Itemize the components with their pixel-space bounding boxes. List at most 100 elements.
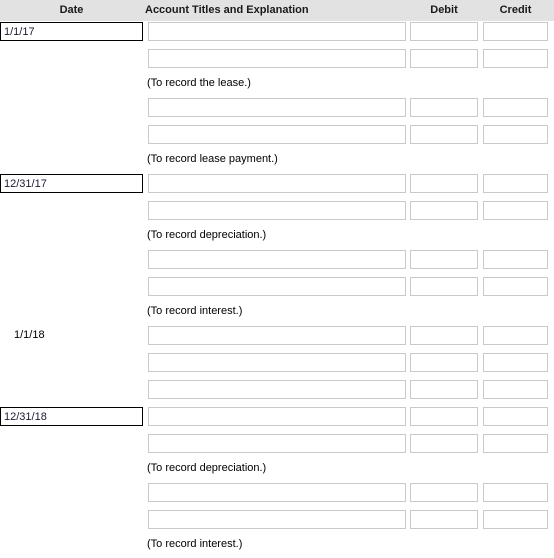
credit-amount-input[interactable] <box>483 125 548 144</box>
date-cell <box>0 98 143 117</box>
debit-amount-input[interactable] <box>410 250 478 269</box>
debit-amount-input-cell <box>410 326 478 345</box>
debit-amount-input-cell <box>410 483 478 502</box>
debit-amount-input-cell <box>410 434 478 453</box>
account-title-input-cell <box>148 510 406 529</box>
account-title-input[interactable] <box>148 434 406 453</box>
debit-amount-input[interactable] <box>410 380 478 399</box>
account-title-input-cell <box>148 434 406 453</box>
date-input[interactable] <box>0 407 143 426</box>
credit-amount-input-cell <box>483 380 548 399</box>
account-title-input[interactable] <box>148 174 406 193</box>
entry-explanation-text: (To record interest.) <box>147 538 243 550</box>
debit-amount-input[interactable] <box>410 326 478 345</box>
account-title-input[interactable] <box>148 277 406 296</box>
account-title-input[interactable] <box>148 407 406 426</box>
account-title-input-cell <box>148 201 406 220</box>
debit-amount-input[interactable] <box>410 407 478 426</box>
date-cell <box>0 380 143 399</box>
date-cell <box>0 353 143 372</box>
date-cell <box>0 250 143 269</box>
journal-caption-row: (To record lease payment.) <box>0 151 554 173</box>
credit-amount-input-cell <box>483 174 548 193</box>
journal-entry-row <box>0 433 554 460</box>
date-cell <box>0 174 143 193</box>
journal-entry-row <box>0 97 554 124</box>
debit-amount-input[interactable] <box>410 353 478 372</box>
date-cell <box>0 125 143 144</box>
journal-caption-row: (To record depreciation.) <box>0 460 554 482</box>
credit-amount-input[interactable] <box>483 407 548 426</box>
date-cell <box>0 49 143 68</box>
credit-amount-input[interactable] <box>483 250 548 269</box>
account-title-input-cell <box>148 125 406 144</box>
credit-amount-input-cell <box>483 353 548 372</box>
debit-amount-input[interactable] <box>410 510 478 529</box>
account-title-input[interactable] <box>148 510 406 529</box>
debit-amount-input[interactable] <box>410 125 478 144</box>
account-title-input[interactable] <box>148 326 406 345</box>
debit-amount-input-cell <box>410 174 478 193</box>
credit-amount-input[interactable] <box>483 22 548 41</box>
account-title-input-cell <box>148 353 406 372</box>
debit-amount-input[interactable] <box>410 277 478 296</box>
account-title-input[interactable] <box>148 483 406 502</box>
account-title-input-cell <box>148 407 406 426</box>
credit-amount-input-cell <box>483 22 548 41</box>
journal-entry-worksheet: Date Account Titles and Explanation Debi… <box>0 0 554 558</box>
debit-amount-input-cell <box>410 277 478 296</box>
date-input[interactable] <box>0 174 143 193</box>
credit-amount-input[interactable] <box>483 174 548 193</box>
account-title-input[interactable] <box>148 353 406 372</box>
credit-amount-input[interactable] <box>483 380 548 399</box>
credit-amount-input[interactable] <box>483 98 548 117</box>
debit-amount-input[interactable] <box>410 201 478 220</box>
credit-amount-input[interactable] <box>483 353 548 372</box>
journal-caption-row: (To record interest.) <box>0 303 554 325</box>
credit-amount-input-cell <box>483 201 548 220</box>
table-body: (To record the lease.) (To record lease p… <box>0 21 554 558</box>
debit-amount-input[interactable] <box>410 22 478 41</box>
credit-amount-input[interactable] <box>483 326 548 345</box>
credit-amount-input[interactable] <box>483 483 548 502</box>
credit-amount-input[interactable] <box>483 434 548 453</box>
account-title-input-cell <box>148 380 406 399</box>
debit-amount-input-cell <box>410 407 478 426</box>
account-title-input-cell <box>148 483 406 502</box>
journal-entry-row <box>0 249 554 276</box>
journal-entry-row <box>0 379 554 406</box>
debit-amount-input[interactable] <box>410 434 478 453</box>
credit-amount-input[interactable] <box>483 201 548 220</box>
account-title-input-cell <box>148 22 406 41</box>
journal-entry-row <box>0 509 554 536</box>
credit-amount-input[interactable] <box>483 49 548 68</box>
date-cell <box>0 407 143 426</box>
credit-amount-input[interactable] <box>483 277 548 296</box>
credit-amount-input[interactable] <box>483 510 548 529</box>
debit-amount-input[interactable] <box>410 483 478 502</box>
account-title-input[interactable] <box>148 22 406 41</box>
journal-entry-row <box>0 48 554 75</box>
journal-entry-row <box>0 200 554 227</box>
entry-explanation-text: (To record depreciation.) <box>147 229 267 241</box>
account-title-input[interactable] <box>148 98 406 117</box>
debit-amount-input-cell <box>410 125 478 144</box>
journal-entry-row <box>0 352 554 379</box>
debit-amount-input[interactable] <box>410 98 478 117</box>
debit-amount-input[interactable] <box>410 49 478 68</box>
date-cell <box>0 483 143 502</box>
account-title-input[interactable] <box>148 49 406 68</box>
account-title-input[interactable] <box>148 201 406 220</box>
journal-entry-row <box>0 406 554 433</box>
debit-amount-input-cell <box>410 98 478 117</box>
date-input[interactable] <box>0 22 143 41</box>
date-label: 1/1/18 <box>14 329 45 341</box>
journal-caption-row: (To record the lease.) <box>0 75 554 97</box>
account-title-input[interactable] <box>148 380 406 399</box>
journal-entry-row <box>0 21 554 48</box>
debit-amount-input-cell <box>410 49 478 68</box>
account-title-input[interactable] <box>148 250 406 269</box>
account-title-input-cell <box>148 277 406 296</box>
account-title-input[interactable] <box>148 125 406 144</box>
debit-amount-input[interactable] <box>410 174 478 193</box>
